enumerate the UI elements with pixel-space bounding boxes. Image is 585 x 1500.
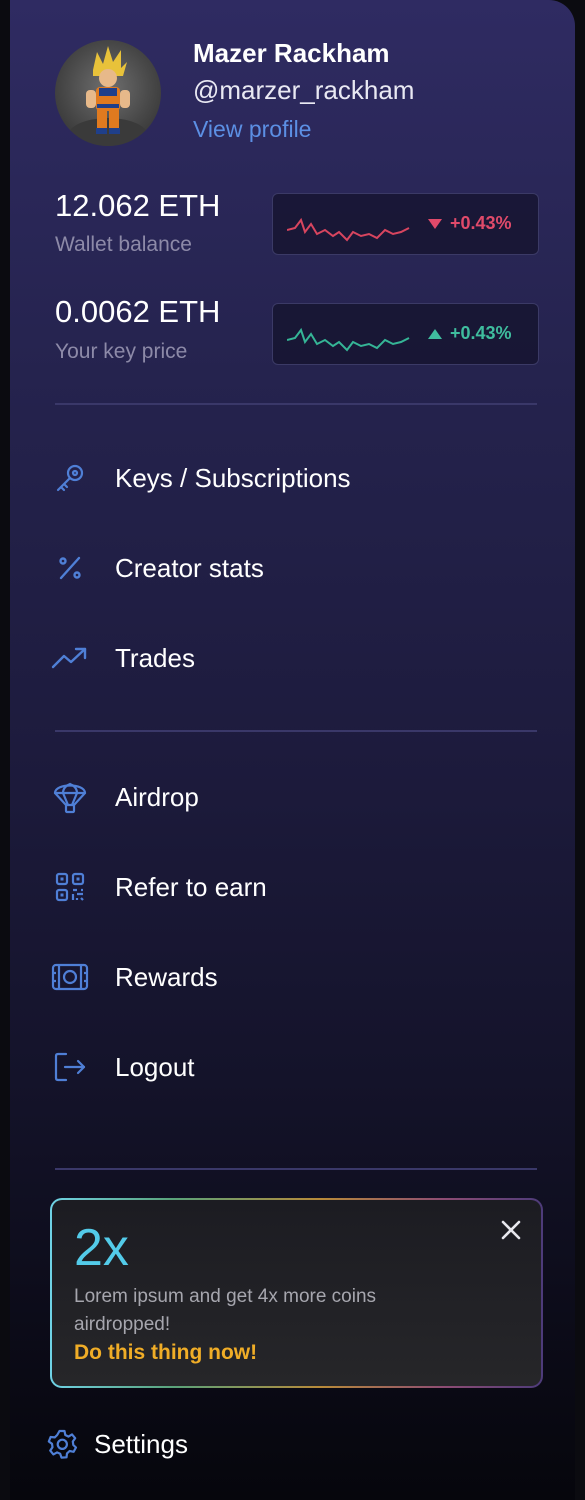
triangle-up-icon [428,328,442,339]
divider [55,730,537,732]
avatar[interactable] [55,40,161,146]
qr-code-icon [50,867,90,907]
gear-icon [47,1429,78,1459]
menu-item-refer-to-earn[interactable]: Refer to earn [50,859,540,915]
key-price-sparkline-card[interactable]: +0.43% [272,303,539,365]
menu-item-label: Airdrop [115,781,199,812]
percent-icon [50,548,90,588]
promo-card: 2x Lorem ipsum and get 4x more coins air… [50,1198,543,1388]
menu-item-airdrop[interactable]: Airdrop [50,769,540,825]
logout-icon [50,1047,90,1087]
wallet-balance-sparkline [287,217,410,242]
promo-cta-link[interactable]: Do this thing now! [74,1341,257,1365]
key-price-change: +0.43% [428,323,512,344]
wallet-balance-sparkline-card[interactable]: +0.43% [272,193,539,255]
wallet-balance-change: +0.43% [428,213,512,234]
promo-multiplier: 2x [74,1219,129,1277]
key-price-sparkline [287,327,410,352]
promo-card-body: 2x Lorem ipsum and get 4x more coins air… [52,1200,541,1386]
wallet-balance-label: Wallet balance [55,233,192,256]
wallet-balance-value: 12.062 ETH [55,188,221,223]
profile-handle: @marzer_rackham [193,75,415,105]
promo-text: Lorem ipsum and get 4x more coins airdro… [74,1286,377,1335]
menu-item-trades[interactable]: Trades [50,630,540,686]
menu-item-label: Logout [115,1051,195,1082]
key-price-value: 0.0062 ETH [55,294,221,329]
parachute-icon [50,777,90,817]
divider [55,403,537,405]
settings-label: Settings [94,1428,188,1459]
key-price-change-text: +0.43% [450,323,512,343]
menu-item-creator-stats[interactable]: Creator stats [50,540,540,596]
ticket-icon [50,957,90,997]
menu-item-label: Refer to earn [115,871,267,902]
trending-up-icon [50,638,90,678]
key-icon [50,458,90,498]
menu-item-label: Creator stats [115,552,264,583]
divider [55,1168,537,1170]
menu-item-keys-subscriptions[interactable]: Keys / Subscriptions [50,450,540,506]
menu-item-logout[interactable]: Logout [50,1039,540,1095]
close-icon[interactable] [499,1218,523,1242]
view-profile-link[interactable]: View profile [193,116,311,143]
wallet-balance-change-text: +0.43% [450,213,512,233]
menu-item-label: Keys / Subscriptions [115,462,351,493]
profile-name: Mazer Rackham [193,38,390,68]
menu-item-label: Rewards [115,961,218,992]
triangle-down-icon [428,218,442,229]
settings-button[interactable]: Settings [46,1428,188,1460]
key-price-label: Your key price [55,340,188,363]
menu-item-label: Trades [115,642,195,673]
menu-item-rewards[interactable]: Rewards [50,949,540,1005]
side-drawer: Mazer Rackham @marzer_rackham View profi… [10,0,575,1500]
